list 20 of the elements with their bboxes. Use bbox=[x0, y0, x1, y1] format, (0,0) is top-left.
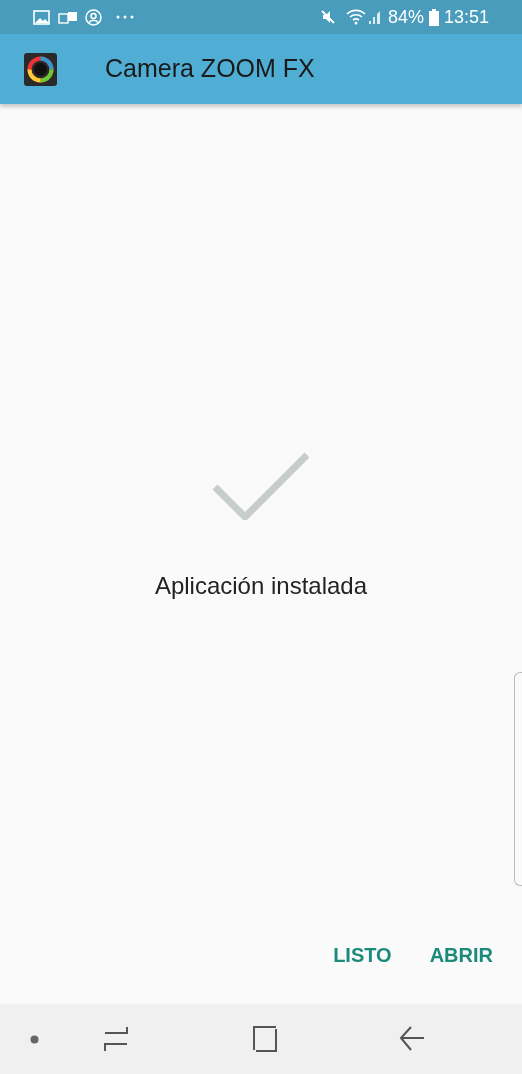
clock: 13:51 bbox=[443, 5, 489, 29]
more-icon bbox=[116, 15, 134, 19]
home-icon[interactable] bbox=[253, 1026, 277, 1052]
dialog-button[interactable]: ABRIR bbox=[429, 940, 493, 970]
scroll-handle[interactable] bbox=[514, 672, 522, 886]
recent-apps-icon[interactable] bbox=[104, 1026, 128, 1052]
back-icon[interactable] bbox=[399, 1026, 424, 1052]
mute-icon bbox=[319, 9, 336, 25]
account-icon bbox=[85, 8, 102, 26]
image-icon bbox=[33, 9, 50, 25]
battery-icon bbox=[428, 8, 439, 26]
message: Aplicación instalada bbox=[154, 571, 368, 601]
dot-icon[interactable] bbox=[30, 1034, 39, 1044]
app-title: Camera ZOOM FX bbox=[105, 53, 315, 85]
app-icon bbox=[24, 52, 57, 86]
notification-icon bbox=[58, 10, 78, 24]
battery-percent: 84% bbox=[387, 5, 424, 29]
signal-icon bbox=[367, 9, 382, 25]
wifi-icon bbox=[345, 9, 368, 25]
dialog-button[interactable]: LISTO bbox=[333, 940, 392, 970]
